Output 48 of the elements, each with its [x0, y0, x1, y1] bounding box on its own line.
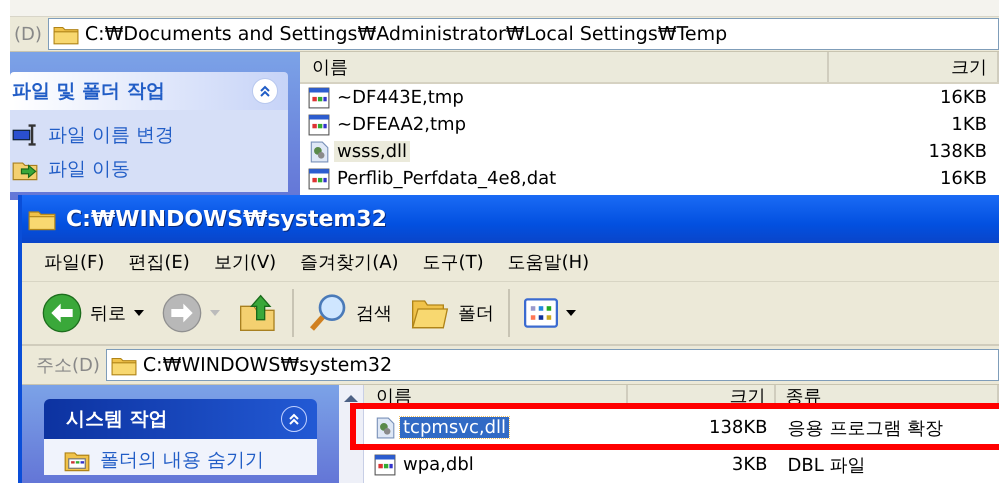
toolbar-label[interactable]: 폴더: [458, 301, 494, 325]
menu-item[interactable]: 즐겨찾기(A): [296, 248, 403, 276]
menu-item[interactable]: 보기(V): [210, 248, 280, 276]
column-header[interactable]: 크기: [828, 52, 999, 82]
column-header[interactable]: 크기: [628, 385, 776, 407]
file-name[interactable]: ~DF443E,tmp: [334, 87, 467, 108]
toolbar-label[interactable]: 뒤로: [90, 301, 126, 325]
views-icon[interactable]: [524, 298, 558, 328]
file-size: 3KB: [730, 454, 769, 475]
title-bar[interactable]: C:₩WINDOWS₩system32: [22, 195, 999, 243]
search-icon[interactable]: [308, 293, 348, 333]
column-header[interactable]: 이름: [300, 52, 829, 82]
file-size: 1KB: [950, 114, 988, 135]
rename-icon[interactable]: [12, 123, 38, 147]
menu-item[interactable]: 파일(F): [40, 248, 108, 276]
window-file-icon: [374, 454, 396, 476]
address-label: 주소(D): [35, 354, 101, 377]
gear-file-icon: [308, 140, 330, 162]
panel-header[interactable]: 파일 및 폴더 작업: [10, 72, 288, 110]
collapse-icon[interactable]: [281, 406, 307, 432]
toolbar-label[interactable]: 검색: [356, 301, 392, 325]
file-name[interactable]: ~DFEAA2,tmp: [334, 114, 469, 135]
window-file-icon: [308, 114, 330, 136]
collapse-icon[interactable]: [252, 78, 278, 104]
task-link[interactable]: 파일 이름 변경: [48, 122, 174, 148]
window-file-icon: [308, 86, 330, 108]
task-link[interactable]: 폴더의 내용 숨기기: [100, 447, 264, 473]
file-name[interactable]: Perflib_Perfdata_4e8,dat: [334, 168, 560, 189]
address-field[interactable]: C:₩Documents and Settings₩Administrator₩Local Settings₩Temp: [48, 18, 999, 50]
file-size: 16KB: [938, 168, 988, 189]
address-field[interactable]: C:₩WINDOWS₩system32: [106, 349, 999, 381]
menu-item[interactable]: 도움말(H): [504, 248, 594, 276]
menu-item[interactable]: 도구(T): [418, 248, 488, 276]
file-type: 응용 프로그램 확장: [786, 416, 944, 440]
caret-icon[interactable]: [566, 310, 576, 316]
gear-file-icon: [374, 416, 396, 438]
caret-icon[interactable]: [134, 310, 144, 316]
address-label: (D): [13, 24, 43, 44]
window-file-icon: [308, 168, 330, 190]
panel-header[interactable]: 시스템 작업: [44, 399, 317, 439]
file-size: 138KB: [708, 417, 769, 438]
menu-item[interactable]: 편집(E): [124, 248, 194, 276]
file-name[interactable]: tcpmsvc,dll: [400, 417, 509, 438]
file-type: DBL 파일: [786, 454, 866, 476]
file-name[interactable]: wpa,dbl: [400, 454, 477, 475]
file-size: 16KB: [938, 87, 988, 108]
task-link[interactable]: 파일 이동: [48, 156, 130, 182]
file-size: 138KB: [927, 141, 988, 162]
